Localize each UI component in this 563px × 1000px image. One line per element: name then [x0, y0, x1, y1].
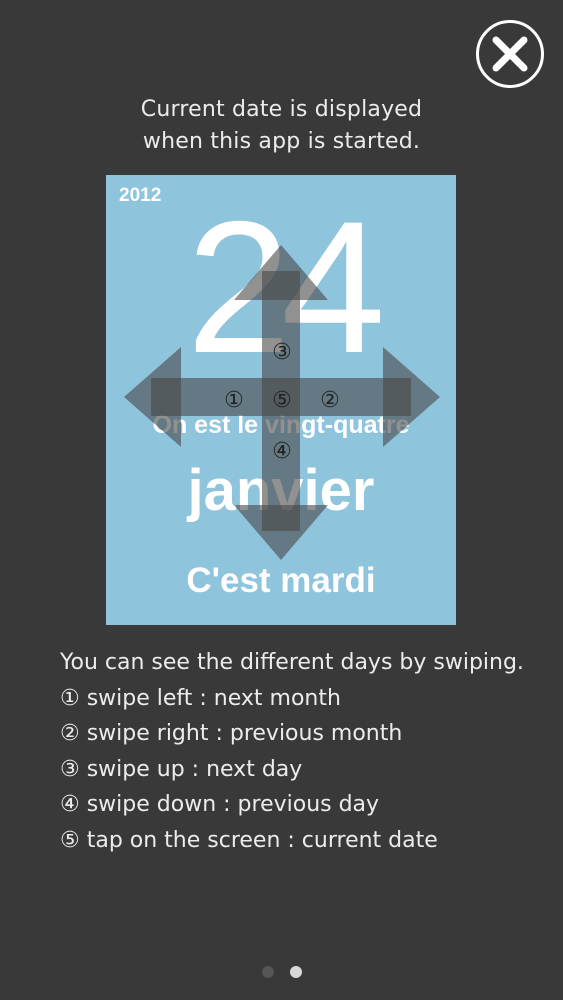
marker-down: ④	[272, 439, 292, 464]
instructions: You can see the different days by swipin…	[60, 645, 524, 858]
instruction-item: ④ swipe down : previous day	[60, 792, 380, 817]
arrow-up-icon	[234, 245, 328, 300]
instruction-item: ② swipe right : previous month	[60, 721, 403, 746]
marker-tap: ⑤	[272, 388, 292, 413]
intro-text: Current date is displayed when this app …	[0, 94, 563, 158]
instructions-lead: You can see the different days by swipin…	[60, 650, 524, 675]
marker-left: ①	[224, 388, 244, 413]
calendar-card[interactable]: 2012 24 On est le vingt-quatre janvier C…	[106, 175, 456, 625]
intro-line-2: when this app is started.	[142, 129, 421, 154]
page-dot-1[interactable]	[261, 966, 274, 978]
intro-line-1: Current date is displayed	[140, 97, 423, 122]
instruction-item: ① swipe left : next month	[60, 685, 341, 711]
close-button[interactable]	[476, 20, 544, 88]
page-indicator[interactable]	[0, 966, 563, 978]
marker-up: ③	[272, 340, 292, 365]
arrow-left-icon	[124, 347, 181, 447]
close-icon	[492, 36, 528, 72]
instruction-item: ③ swipe up : next day	[60, 756, 303, 782]
marker-right: ②	[320, 388, 340, 413]
arrow-down-icon	[234, 505, 328, 560]
arrow-right-icon	[383, 347, 440, 447]
instruction-item: ⑤ tap on the screen : current date	[60, 827, 438, 853]
page-dot-2[interactable]	[289, 966, 302, 978]
